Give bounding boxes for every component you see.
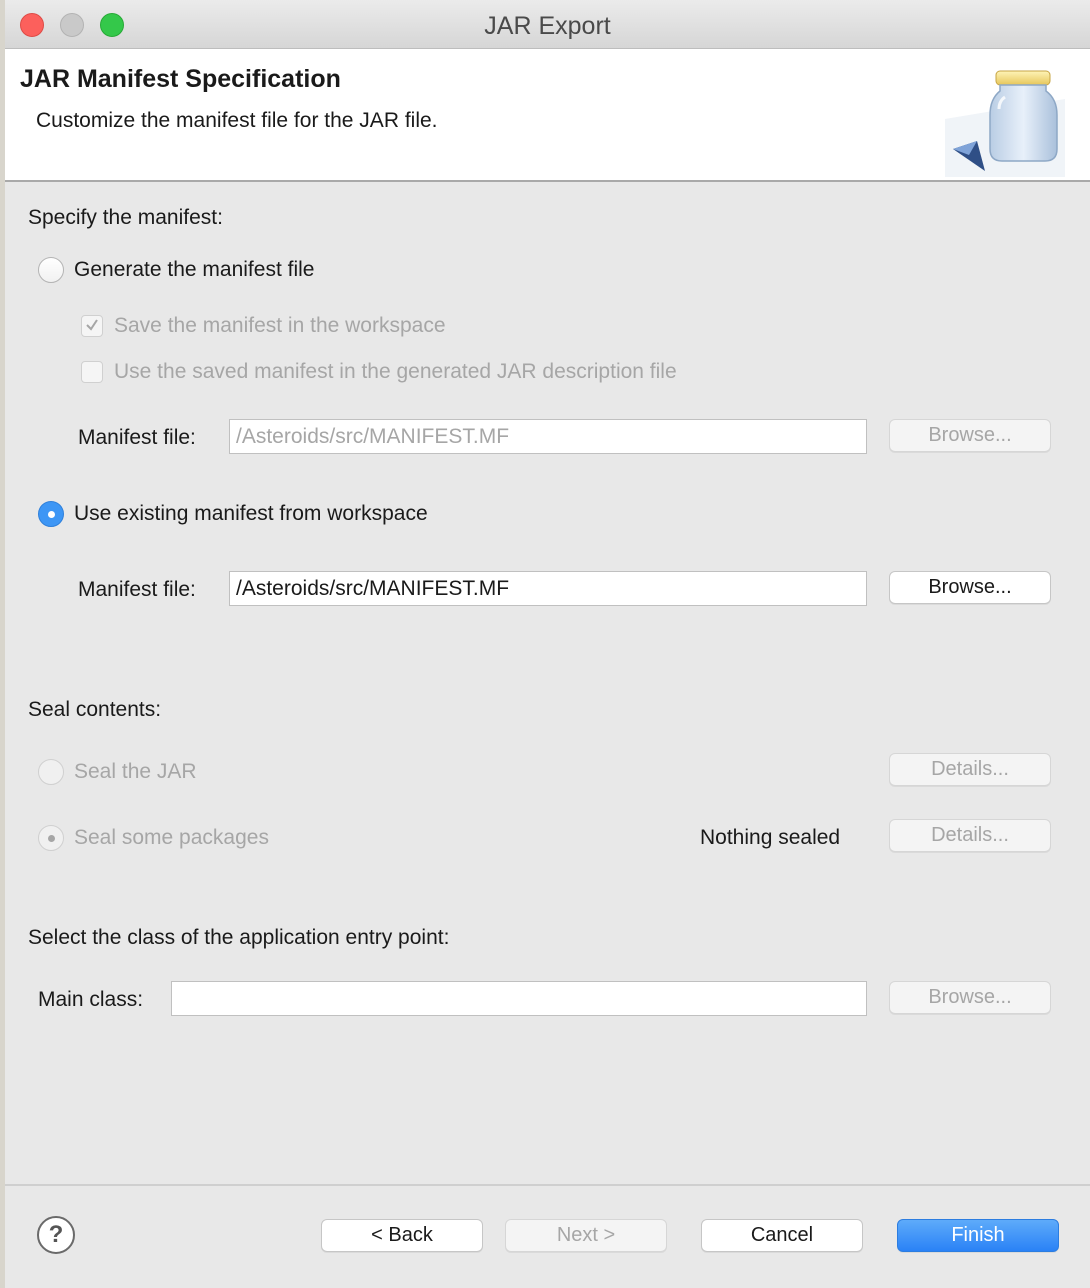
- seal-section-heading: Seal contents:: [28, 698, 162, 721]
- page-title: JAR Manifest Specification: [20, 65, 341, 93]
- main-class-browse-button[interactable]: Browse...: [889, 981, 1051, 1014]
- save-manifest-label[interactable]: Save the manifest in the workspace: [114, 314, 446, 338]
- seal-jar-label[interactable]: Seal the JAR: [74, 760, 197, 784]
- jar-icon: [945, 69, 1065, 177]
- use-existing-manifest-radio[interactable]: [38, 501, 64, 527]
- existing-manifest-file-field[interactable]: /Asteroids/src/MANIFEST.MF: [229, 571, 867, 606]
- title-bar[interactable]: JAR Export: [5, 0, 1090, 49]
- main-class-field[interactable]: [171, 981, 867, 1016]
- checkmark-icon: [86, 319, 98, 331]
- seal-some-packages-radio[interactable]: [38, 825, 64, 851]
- main-class-label: Main class:: [38, 988, 144, 1011]
- finish-button[interactable]: Finish: [897, 1219, 1059, 1252]
- entry-point-heading: Select the class of the application entr…: [28, 926, 450, 949]
- generated-manifest-browse-button[interactable]: Browse...: [889, 419, 1051, 452]
- seal-some-packages-label[interactable]: Seal some packages: [74, 826, 269, 850]
- window-title: JAR Export: [484, 12, 611, 40]
- seal-packages-details-button[interactable]: Details...: [889, 819, 1051, 852]
- sealed-status-text: Nothing sealed: [700, 826, 841, 849]
- generated-manifest-file-label: Manifest file:: [78, 426, 196, 449]
- back-button[interactable]: < Back: [321, 1219, 483, 1252]
- existing-manifest-browse-button[interactable]: Browse...: [889, 571, 1051, 604]
- wizard-banner: JAR Manifest Specification Customize the…: [5, 49, 1090, 182]
- next-button[interactable]: Next >: [505, 1219, 667, 1252]
- generated-manifest-file-field[interactable]: /Asteroids/src/MANIFEST.MF: [229, 419, 867, 454]
- cancel-button[interactable]: Cancel: [701, 1219, 863, 1252]
- help-icon[interactable]: ?: [37, 1216, 75, 1254]
- seal-jar-radio[interactable]: [38, 759, 64, 785]
- jar-export-dialog: JAR Export JAR Manifest Specification Cu…: [5, 0, 1090, 1288]
- page-description: Customize the manifest file for the JAR …: [36, 109, 438, 132]
- seal-jar-details-button[interactable]: Details...: [889, 753, 1051, 786]
- generate-manifest-radio[interactable]: [38, 257, 64, 283]
- use-saved-manifest-label[interactable]: Use the saved manifest in the generated …: [114, 360, 677, 384]
- manifest-section-heading: Specify the manifest:: [28, 206, 223, 229]
- use-existing-manifest-label[interactable]: Use existing manifest from workspace: [74, 502, 428, 526]
- save-manifest-checkbox[interactable]: [81, 315, 103, 337]
- generate-manifest-label[interactable]: Generate the manifest file: [74, 258, 314, 282]
- footer-separator: [5, 1184, 1090, 1186]
- existing-manifest-file-label: Manifest file:: [78, 578, 196, 601]
- use-saved-manifest-checkbox[interactable]: [81, 361, 103, 383]
